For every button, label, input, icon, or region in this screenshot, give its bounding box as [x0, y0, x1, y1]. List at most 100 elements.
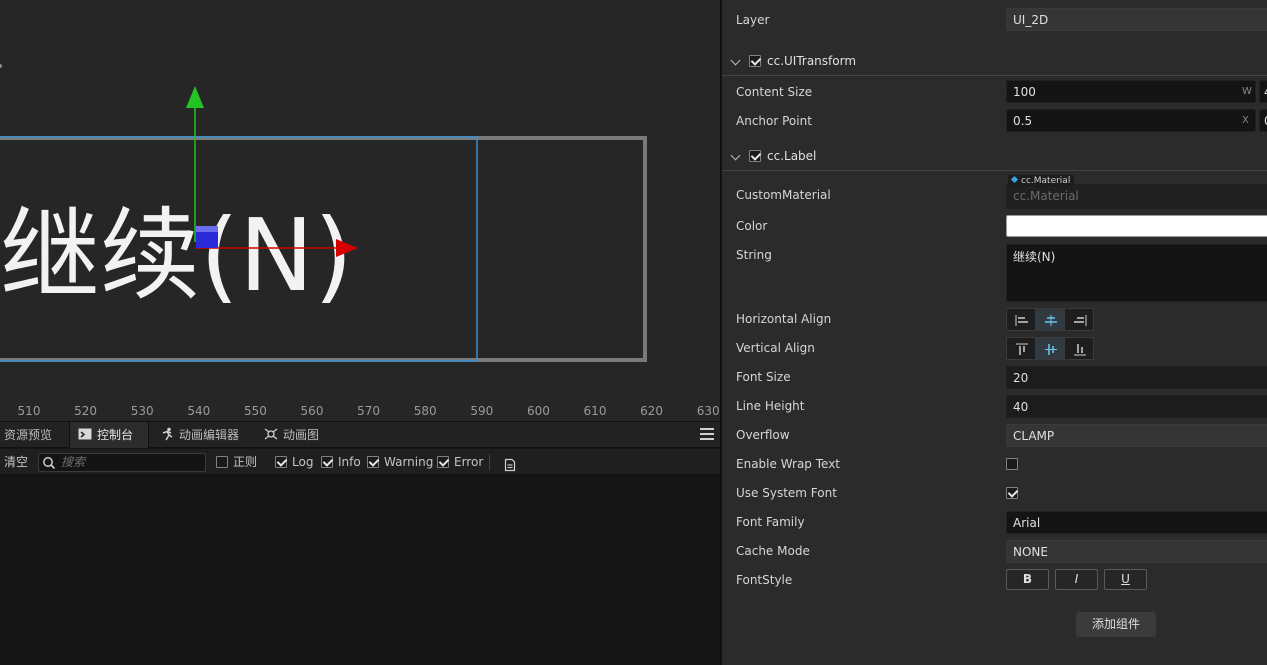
label-component-header[interactable]: cc.Label	[722, 142, 1267, 170]
italic-button[interactable]: I	[1055, 569, 1098, 590]
label-enabled-checkbox[interactable]	[749, 150, 761, 162]
info-filter[interactable]: Info	[321, 449, 361, 475]
align-top-icon	[1016, 343, 1028, 355]
chevron-down-icon[interactable]	[730, 150, 741, 161]
console-log-area[interactable]	[0, 476, 720, 665]
content-size-width-input[interactable]: 100	[1006, 80, 1256, 103]
ruler-tick-label: 590	[470, 404, 493, 418]
cache-mode-select[interactable]: NONE	[1006, 540, 1267, 563]
tab-animation-graph[interactable]: 动画图	[256, 422, 336, 448]
open-log-file-icon[interactable]	[503, 455, 517, 472]
section-divider	[722, 75, 1267, 76]
content-size-height-input[interactable]: 4	[1259, 80, 1267, 103]
regex-checkbox[interactable]	[216, 456, 228, 468]
warning-checkbox[interactable]	[367, 456, 379, 468]
material-type-tag: cc.Material	[1008, 175, 1075, 187]
ruler-tick-label: 630	[697, 404, 720, 418]
ruler-tick-label: 530	[131, 404, 154, 418]
ruler-tick-label: 540	[187, 404, 210, 418]
add-component-button[interactable]: 添加组件	[1076, 612, 1156, 637]
uitransform-title: cc.UITransform	[767, 54, 857, 68]
align-middle-button[interactable]	[1035, 337, 1065, 360]
vertical-align-group	[1006, 337, 1094, 360]
info-checkbox[interactable]	[321, 456, 333, 468]
error-checkbox[interactable]	[437, 456, 449, 468]
color-swatch[interactable]	[1006, 215, 1267, 237]
uitransform-header[interactable]: cc.UITransform	[722, 47, 1267, 75]
info-label: Info	[338, 455, 361, 469]
horizontal-ruler: 510 520 530 540 550 560 570 580 590 600 610 620 630	[18, 404, 720, 418]
width-suffix: W	[1242, 86, 1252, 97]
console-icon	[78, 424, 92, 440]
chevron-down-icon[interactable]	[730, 55, 741, 66]
align-bottom-button[interactable]	[1064, 337, 1094, 360]
underline-button[interactable]: U	[1104, 569, 1147, 590]
layer-select[interactable]: UI_2D	[1006, 8, 1267, 31]
align-top-button[interactable]	[1006, 337, 1036, 360]
custom-material-field[interactable]: cc.Material	[1006, 184, 1267, 209]
section-divider	[722, 170, 1267, 171]
gizmo-center-highlight	[196, 226, 218, 232]
warning-filter[interactable]: Warning	[367, 449, 433, 475]
bottom-tab-bar: 资源预览 控制台 动画编辑器 动画图	[0, 422, 720, 448]
enable-wrap-text-checkbox[interactable]	[1006, 458, 1018, 470]
overflow-select[interactable]: CLAMP	[1006, 424, 1267, 447]
tab-label: 控制台	[97, 428, 134, 442]
regex-toggle[interactable]: 正则	[216, 449, 257, 475]
font-size-input[interactable]: 20	[1006, 366, 1267, 389]
use-system-font-checkbox[interactable]	[1006, 487, 1018, 499]
align-center-icon	[1045, 315, 1057, 326]
menu-icon[interactable]	[700, 428, 714, 442]
uitransform-enabled-checkbox[interactable]	[749, 55, 761, 67]
error-filter[interactable]: Error	[437, 449, 483, 475]
log-checkbox[interactable]	[275, 456, 287, 468]
custom-material-label: CustomMaterial	[736, 188, 831, 202]
animation-graph-icon	[264, 424, 278, 440]
bold-button[interactable]: B	[1006, 569, 1049, 590]
gizmo-y-arrow[interactable]	[186, 86, 204, 108]
align-center-button[interactable]	[1035, 308, 1065, 331]
horizontal-align-group	[1006, 308, 1094, 331]
log-filter[interactable]: Log	[275, 449, 313, 475]
layer-label: Layer	[736, 13, 770, 27]
error-label: Error	[454, 455, 484, 469]
ruler-tick-label: 510	[18, 404, 41, 418]
label-component-title: cc.Label	[767, 149, 817, 163]
regex-label: 正则	[233, 455, 258, 469]
console-toolbar: 清空 搜索 正则 Log Info Warning Error	[0, 449, 720, 475]
search-input[interactable]: 搜索	[38, 453, 206, 472]
tab-console[interactable]: 控制台	[69, 422, 149, 448]
scene-viewport[interactable]: 继续(N) 510 520 530 540 550 560 570 580 590 600 610 6…	[0, 0, 720, 421]
ruler-tick-label: 520	[74, 404, 97, 418]
cache-mode-label: Cache Mode	[736, 544, 810, 558]
overflow-label: Overflow	[736, 428, 790, 442]
x-suffix: X	[1242, 115, 1249, 126]
align-right-button[interactable]	[1064, 308, 1094, 331]
scene-edge-marker	[0, 64, 2, 68]
scene-label-text: 继续(N)	[0, 197, 353, 314]
tab-asset-preview[interactable]: 资源预览	[0, 422, 68, 448]
tab-animation-editor[interactable]: 动画编辑器	[152, 422, 252, 448]
clear-button[interactable]: 清空	[4, 449, 28, 475]
tab-label: 动画图	[283, 428, 320, 442]
string-label: String	[736, 248, 772, 262]
align-bottom-icon	[1074, 344, 1086, 356]
line-height-label: Line Height	[736, 399, 805, 413]
anchor-point-y-input[interactable]: 0	[1259, 109, 1267, 132]
search-placeholder: 搜索	[61, 455, 86, 469]
font-style-label: FontStyle	[736, 573, 793, 587]
line-height-input[interactable]: 40	[1006, 395, 1267, 418]
search-icon	[42, 456, 56, 473]
align-left-button[interactable]	[1006, 308, 1036, 331]
bottom-panel: 资源预览 控制台 动画编辑器 动画图 清空 搜索 正则 Log Info War…	[0, 421, 720, 665]
font-family-input[interactable]: Arial	[1006, 511, 1267, 534]
warning-label: Warning	[384, 455, 434, 469]
string-textarea[interactable]: 继续(N)	[1006, 244, 1267, 302]
scene-canvas[interactable]: 继续(N) 510 520 530 540 550 560 570 580 590 600 610 6…	[0, 0, 720, 421]
align-right-icon	[1074, 315, 1087, 326]
log-label: Log	[292, 455, 314, 469]
ruler-tick-label: 580	[414, 404, 437, 418]
toolbar-divider	[489, 454, 490, 470]
ruler-tick-label: 570	[357, 404, 380, 418]
anchor-point-x-input[interactable]: 0.5	[1006, 109, 1256, 132]
